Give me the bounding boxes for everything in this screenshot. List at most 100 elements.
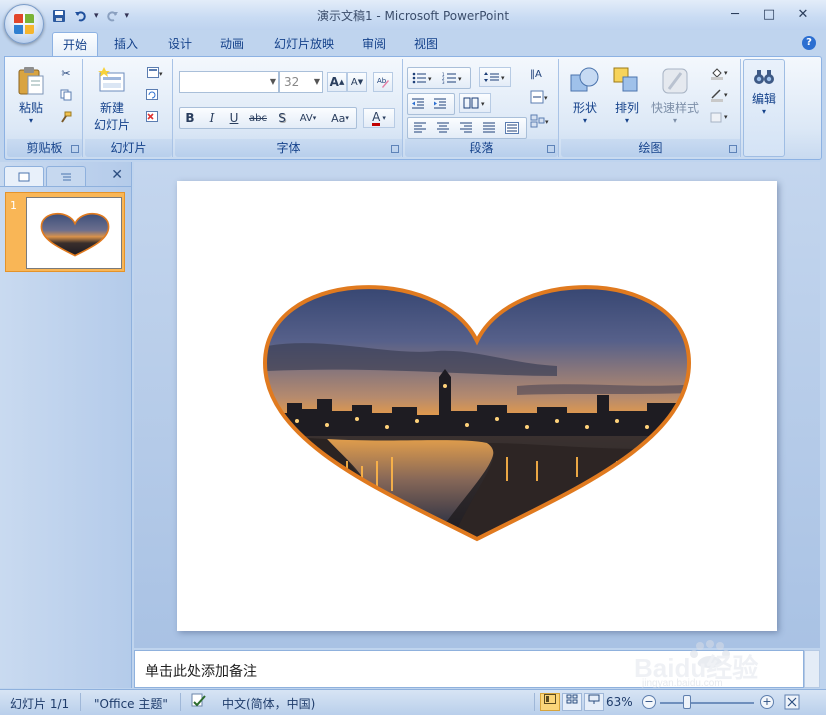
new-slide-label-2: 幻灯片	[93, 118, 130, 132]
grow-font-button[interactable]: A ▲	[327, 72, 347, 92]
zoom-slider-handle[interactable]	[683, 695, 691, 709]
office-button[interactable]	[4, 4, 44, 44]
theme-name[interactable]: "Office 主题"	[94, 695, 168, 712]
text-direction-icon[interactable]: ‖A	[527, 65, 553, 81]
columns-icon[interactable]: ▾	[459, 93, 491, 113]
tab-animations[interactable]: 动画	[210, 32, 254, 56]
minimize-button[interactable]: ─	[718, 4, 752, 24]
line-spacing-icon[interactable]: ▾	[479, 67, 511, 87]
svg-text:▾: ▾	[724, 113, 728, 121]
shape-outline-icon[interactable]: ▾	[707, 87, 733, 103]
zoom-slider-track[interactable]	[660, 702, 754, 704]
tab-view[interactable]: 视图	[404, 32, 448, 56]
numbering-icon[interactable]: 1 2 3 ▾	[439, 70, 467, 86]
shapes-label: 形状	[572, 101, 597, 115]
svg-text:▾: ▾	[544, 94, 548, 102]
svg-text:▾: ▾	[724, 69, 728, 77]
editing-button[interactable]: 编辑 ▾	[746, 66, 782, 116]
quick-styles-button[interactable]: 快速样式 ▾	[649, 65, 701, 125]
watermark-subtext: jingyan.baidu.com	[642, 678, 723, 689]
slides-tab[interactable]	[4, 166, 44, 186]
slide-editing-area	[134, 162, 820, 648]
close-button[interactable]: ✕	[786, 4, 820, 24]
shrink-font-button[interactable]: A ▼	[347, 72, 367, 92]
normal-view-button[interactable]	[540, 693, 560, 711]
slide-thumbnail[interactable]	[26, 197, 122, 269]
drawing-group: 形状 ▾ 排列 ▾ 快速样式 ▾ ▾ ▾ ▾ 绘图	[561, 59, 741, 157]
align-center-icon[interactable]	[434, 120, 452, 136]
layout-icon[interactable]: ▾	[143, 65, 167, 81]
tab-insert[interactable]: 插入	[104, 32, 148, 56]
bold-button[interactable]: B	[180, 108, 200, 128]
align-right-icon[interactable]	[457, 120, 475, 136]
format-painter-icon[interactable]	[57, 109, 75, 125]
tab-home[interactable]: 开始	[52, 32, 99, 56]
thumbnail-heart-image	[40, 213, 110, 257]
title-bar: ▾ ▾ 演示文稿1 - Microsoft PowerPoint ─ □ ✕	[0, 0, 826, 30]
shape-effects-icon[interactable]: ▾	[707, 109, 733, 125]
zoom-level[interactable]: 63%	[606, 695, 633, 709]
slides-panel: ✕ 1	[0, 162, 132, 688]
slide-show-view-button[interactable]	[584, 693, 604, 711]
paste-button[interactable]: 粘贴 ▾	[13, 65, 49, 125]
cut-icon[interactable]: ✂	[57, 65, 75, 81]
font-size-dropdown-icon: ▼	[313, 77, 320, 86]
clipboard-group: 粘贴 ▾ ✂ 剪贴板	[7, 59, 83, 157]
font-size-combo[interactable]: 32 ▼	[279, 71, 323, 93]
italic-button[interactable]: I	[202, 108, 222, 128]
fit-to-window-icon[interactable]	[784, 694, 800, 713]
decrease-indent-icon[interactable]	[409, 96, 427, 112]
slide-canvas[interactable]	[177, 181, 777, 631]
font-launcher-icon[interactable]	[391, 145, 399, 153]
character-spacing-button[interactable]: AV ▾	[294, 108, 322, 128]
normal-view-icon	[544, 694, 556, 704]
paragraph-launcher-icon[interactable]	[547, 145, 555, 153]
zoom-in-button[interactable]: +	[760, 695, 774, 709]
maximize-button[interactable]: □	[752, 4, 786, 24]
new-slide-label-1: 新建	[99, 101, 124, 115]
font-color-button[interactable]: A ▾	[363, 108, 395, 128]
notes-scrollbar[interactable]	[804, 650, 820, 688]
font-name-combo[interactable]: ▼	[179, 71, 279, 93]
clipboard-launcher-icon[interactable]	[71, 145, 79, 153]
outline-tab[interactable]	[46, 166, 86, 186]
binoculars-icon	[753, 66, 775, 88]
align-text-icon[interactable]: ▾	[527, 89, 553, 105]
slide-sorter-view-button[interactable]	[562, 693, 582, 711]
slide-thumbnail-selected[interactable]: 1	[5, 192, 125, 272]
shape-fill-icon[interactable]: ▾	[707, 65, 733, 81]
zoom-out-button[interactable]: −	[642, 695, 656, 709]
svg-text:▾: ▾	[501, 74, 505, 82]
smartart-icon[interactable]: ▾	[527, 113, 553, 129]
underline-button[interactable]: U	[224, 108, 244, 128]
delete-slide-icon[interactable]	[143, 109, 161, 125]
help-icon[interactable]: ?	[802, 36, 816, 50]
increase-indent-icon[interactable]	[431, 96, 449, 112]
arrange-button[interactable]: 排列 ▾	[607, 65, 647, 125]
text-shadow-button[interactable]: S	[272, 108, 292, 128]
bullets-icon[interactable]: ▾	[409, 70, 437, 86]
arrange-label: 排列	[614, 101, 639, 115]
heart-picture[interactable]	[177, 181, 777, 631]
strikethrough-button[interactable]: abc	[246, 108, 270, 128]
ribbon: 粘贴 ▾ ✂ 剪贴板 新建 幻灯片 ▾ 幻灯片 ▼ 32 ▼ A ▲ A ▼ A…	[4, 56, 822, 160]
tab-design[interactable]: 设计	[158, 32, 202, 56]
slides-group-label: 幻灯片	[85, 139, 172, 157]
align-left-icon[interactable]	[411, 120, 429, 136]
svg-text:‖A: ‖A	[530, 69, 542, 80]
justify-icon[interactable]	[480, 120, 498, 136]
clear-formatting-button[interactable]: Ab	[373, 72, 393, 92]
drawing-launcher-icon[interactable]	[729, 145, 737, 153]
copy-icon[interactable]	[57, 87, 75, 103]
tab-review[interactable]: 审阅	[352, 32, 396, 56]
language-indicator[interactable]: 中文(简体，中国)	[222, 695, 315, 712]
spelling-check-icon[interactable]	[190, 693, 208, 712]
shapes-button[interactable]: 形状 ▾	[565, 65, 605, 125]
tab-slide-show[interactable]: 幻灯片放映	[264, 32, 344, 56]
new-slide-button[interactable]: 新建 幻灯片	[87, 65, 137, 133]
svg-text:▾: ▾	[724, 91, 728, 99]
change-case-button[interactable]: Aa ▾	[326, 108, 354, 128]
distributed-icon[interactable]	[503, 120, 521, 136]
close-panel-icon[interactable]: ✕	[111, 167, 123, 183]
reset-slide-icon[interactable]	[143, 87, 161, 103]
